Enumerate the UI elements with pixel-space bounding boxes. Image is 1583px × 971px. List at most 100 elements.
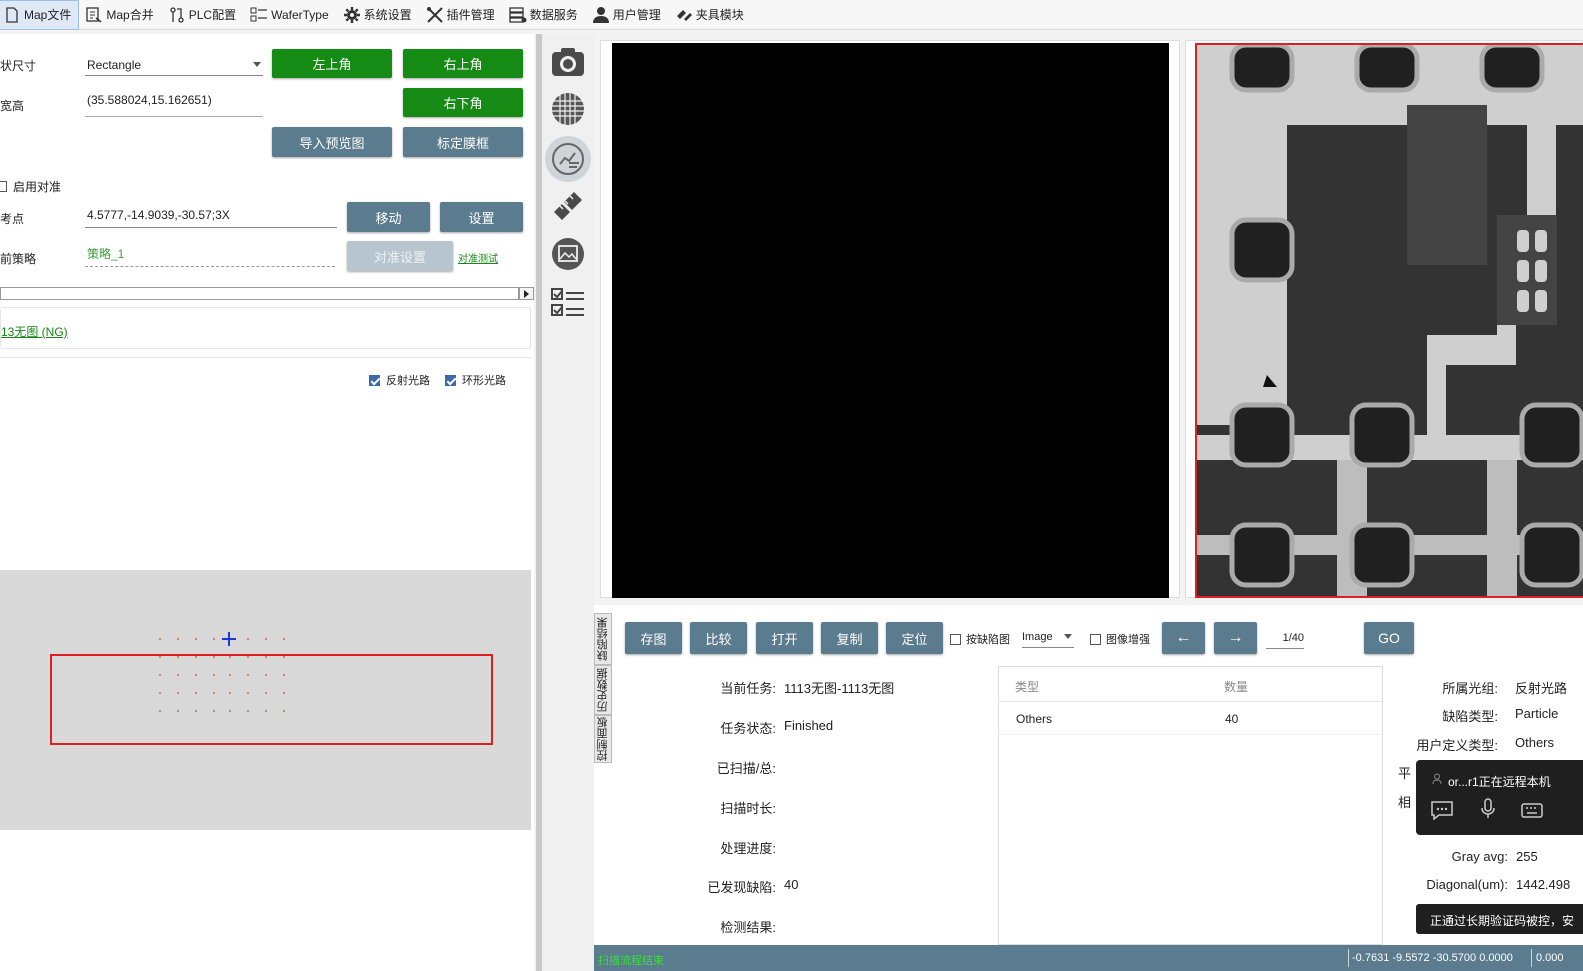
menu-wafer-type[interactable]: WaferType [244,0,337,30]
extra-readout: 0.000 [1536,952,1564,964]
user-defined-type-label: 用户定义类型: [1416,738,1498,753]
width-height-field[interactable]: (35.588024,15.162651) [85,92,263,117]
locate-button[interactable]: 定位 [886,622,943,654]
table-row[interactable]: Others 40 [999,703,1382,735]
compare-button[interactable]: 比较 [690,622,747,654]
status-divider [1531,949,1532,967]
remote-control-popup: or...r1正在远程本机 [1416,760,1583,835]
ruler-tool-icon[interactable] [548,186,588,226]
process-progress-label: 处理进度: [720,841,776,856]
checkbox-box [950,633,961,645]
calibrate-frame-button[interactable]: 标定膜框 [403,127,523,157]
shape-size-label: 状尺寸 [0,59,37,73]
copy-button[interactable]: 复制 [821,622,878,654]
scroll-right-arrow-icon[interactable] [519,287,534,300]
ref-point-field[interactable]: 4.5777,-14.9039,-30.57;3X [85,207,337,228]
scanned-total-label: 已扫描/总: [716,761,776,776]
diagonal-value: 1442.498 [1516,877,1571,892]
coordinates-readout: -0.7631 -9.5572 -30.5700 0.0000 [1352,952,1513,964]
database-icon [509,6,527,24]
plc-icon [168,6,186,24]
wafer-map-drawing [50,632,493,745]
menu-fixture-module[interactable]: 夹具模块 [669,0,752,30]
ring-light-checkbox[interactable]: 环形光路 [445,372,506,388]
chevron-down-icon [1064,634,1072,643]
page-index-field[interactable]: 1/40 [1266,629,1304,649]
cell-type: Others [1016,712,1053,726]
result-link[interactable]: 13无图 (NG) [1,323,68,340]
checkbox-box [0,181,7,192]
open-button[interactable]: 打开 [756,622,813,654]
user-icon [592,6,610,24]
wafer-map-canvas[interactable] [0,570,531,830]
prev-arrow-button[interactable]: ← [1162,622,1205,654]
table-header: 类型 数量 [999,667,1382,702]
camera-icon[interactable] [548,42,588,82]
chevron-down-icon [253,62,261,71]
defect-type-label: 缺陷类型: [1442,709,1498,724]
wafer-grid-icon[interactable] [548,89,588,129]
tab-defect-results[interactable]: 缺陷结果 [594,613,612,665]
tab-control-panel[interactable]: 控制面板 [594,715,612,763]
horizontal-scrollbar[interactable] [0,287,519,300]
chat-icon[interactable] [1430,800,1454,823]
task-status-value: Finished [784,718,834,733]
set-button[interactable]: 设置 [440,202,523,232]
by-defect-checkbox[interactable]: 按缺陷图 [950,631,1010,647]
current-task-value: 1113无图-1113无图 [784,681,895,696]
column-header-type: 类型 [1015,680,1040,694]
left-panel: 状尺寸 Rectangle 宽高 (35.588024,15.162651) 左… [0,34,534,971]
menu-map-file[interactable]: Map文件 [0,0,80,30]
top-right-corner-button[interactable]: 右上角 [403,49,523,78]
checkbox-box [1090,633,1101,645]
menu-plc-config[interactable]: PLC配置 [162,0,244,30]
image-enhance-checkbox[interactable]: 图像增强 [1090,631,1150,647]
shape-select[interactable]: Rectangle [85,56,263,76]
task-status-label: 任务状态: [720,721,776,736]
vertical-tool-bar [542,34,594,971]
enable-align-checkbox[interactable]: 启用对准 [0,178,61,195]
gray-avg-label: Gray avg: [1451,849,1508,864]
keyboard-icon[interactable] [1520,800,1544,823]
checkbox-checked [369,374,380,386]
import-preview-button[interactable]: 导入预览图 [272,127,392,157]
menu-data-service[interactable]: 数据服务 [503,0,586,30]
tab-history-data[interactable]: 历史数据 [594,665,612,715]
user-icon [1432,773,1442,785]
light-group-label: 所属光组: [1442,681,1498,696]
top-left-corner-button[interactable]: 左上角 [272,49,392,78]
tools-icon [426,6,444,24]
analysis-icon[interactable] [545,136,591,182]
toast-text: 正通过长期验证码被控，安 [1430,914,1575,928]
move-button[interactable]: 移动 [347,202,430,232]
microphone-icon[interactable] [1479,798,1497,823]
image-type-select[interactable]: Image [1022,628,1074,648]
checkbox-checked [445,374,456,386]
camera-view-frame [600,40,1180,598]
fixture-icon [675,6,693,24]
camera-live-view[interactable] [612,43,1169,598]
light-group-value: 反射光路 [1515,681,1568,696]
menu-user-management[interactable]: 用户管理 [586,0,669,30]
align-test-link[interactable]: 对准测试 [458,250,498,265]
checklist-icon[interactable] [548,282,588,322]
remote-toast: 正通过长期验证码被控，安 [1416,904,1583,934]
next-arrow-button[interactable]: → [1214,622,1257,654]
ref-point-label: 考点 [0,212,25,226]
menu-system-settings[interactable]: 系统设置 [337,0,420,30]
status-message: 扫描流程结束 [598,955,664,967]
image-gallery-icon[interactable] [548,234,588,274]
remote-status-text: or...r1正在远程本机 [1448,775,1551,789]
top-menu-bar: Map文件 Map合并 PLC配置 WaferType 系统设置 插件管理 数据… [0,0,1583,30]
reflect-light-checkbox[interactable]: 反射光路 [369,372,430,388]
relative-label: 相 [1398,795,1412,810]
menu-plugin-management[interactable]: 插件管理 [420,0,503,30]
align-settings-button[interactable]: 对准设置 [347,241,453,271]
average-label: 平 [1398,766,1412,781]
go-button[interactable]: GO [1364,622,1414,654]
defect-image-view[interactable] [1195,43,1583,598]
save-image-button[interactable]: 存图 [625,622,682,654]
strategy-field[interactable]: 策略_1 [85,246,335,267]
menu-map-merge[interactable]: Map合并 [79,0,161,30]
bottom-right-corner-button[interactable]: 右下角 [403,88,523,117]
